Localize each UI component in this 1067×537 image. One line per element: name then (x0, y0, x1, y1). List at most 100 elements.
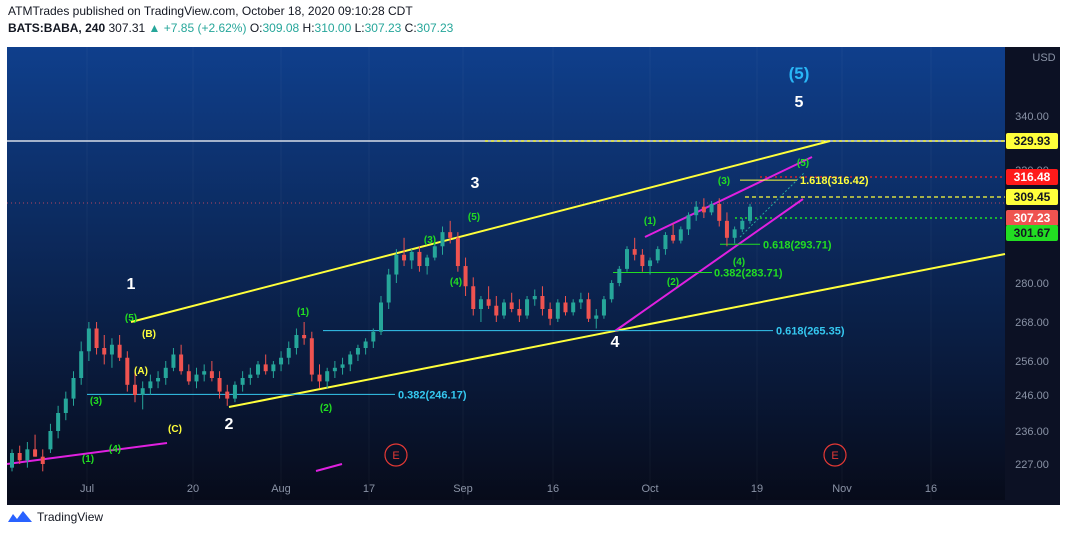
candle-body (471, 286, 476, 309)
close-value: 307.23 (416, 21, 454, 35)
symbol-ohlc-line: BATS:BABA, 240 307.31 ▲ +7.85 (+2.62%) O… (8, 21, 453, 35)
candle-body (494, 305, 499, 316)
close-label: C: (404, 21, 417, 35)
candle-body (117, 344, 122, 358)
wave-label-minor: (2) (320, 403, 332, 414)
candle-body (594, 315, 599, 319)
candle-body (724, 220, 729, 238)
candle-body (256, 364, 260, 375)
low-label: L: (354, 21, 365, 35)
plot-background (7, 47, 1005, 500)
candle-body (140, 388, 145, 395)
price-badge-label: 316.48 (1014, 170, 1051, 184)
candle-body (294, 335, 299, 348)
candle-body (663, 234, 668, 250)
wave-label-minor: (5) (797, 158, 809, 169)
tradingview-logo-icon (8, 511, 32, 522)
candle-body (379, 302, 383, 332)
candle-body (86, 328, 91, 352)
candle-body (486, 299, 491, 306)
candle-body (202, 371, 207, 375)
candle-body (425, 257, 430, 267)
candle-body (186, 371, 191, 382)
wave-label-minor: (5) (468, 212, 480, 223)
time-tick-label: Aug (271, 483, 291, 495)
candle-body (409, 251, 414, 261)
wave-label-minor: (5) (125, 313, 137, 324)
candle-body (302, 335, 307, 339)
candle-body (655, 249, 660, 261)
time-tick-label: Nov (832, 483, 852, 495)
price-tick-label: 256.00 (1015, 356, 1049, 368)
last-price: 307.31 (108, 21, 146, 35)
candle-body (448, 232, 453, 238)
candle-body (555, 302, 560, 319)
candle-body (363, 341, 368, 348)
candle-body (517, 309, 522, 316)
wave-label-minor: (4) (109, 444, 121, 455)
candle-body (10, 453, 14, 468)
candle-body (502, 302, 506, 316)
candle-body (563, 302, 568, 313)
candle-body (440, 232, 445, 247)
candle-body (56, 413, 61, 431)
candle-body (240, 378, 245, 385)
wave-label-minor: (3) (424, 235, 436, 246)
fib-level-label: 1.618(316.42) (800, 175, 869, 187)
price-badge-label: 329.93 (1014, 134, 1051, 148)
price-tick-label: 236.00 (1015, 426, 1049, 438)
candle-body (355, 348, 360, 355)
high-value: 310.00 (314, 21, 352, 35)
candle-body (225, 391, 230, 399)
candle-body (125, 357, 130, 385)
candle-body (717, 203, 722, 221)
time-tick-label: 20 (187, 483, 199, 495)
candle-body (632, 249, 637, 255)
fib-level-label: 0.382(283.71) (714, 268, 783, 280)
candle-body (640, 254, 645, 267)
candle-body (25, 449, 30, 461)
candle-body (625, 249, 629, 269)
candle-body (348, 354, 353, 365)
candle-body (394, 254, 399, 275)
time-tick-label: Oct (641, 483, 658, 495)
time-tick-label: 16 (925, 483, 937, 495)
candle-body (63, 398, 68, 413)
symbol: BATS:BABA, 240 (8, 21, 106, 35)
fib-level-label: 0.618(265.35) (776, 326, 845, 338)
candle-body (678, 229, 683, 241)
price-tick-label: 268.00 (1015, 317, 1049, 329)
fib-level-label: 0.618(293.71) (763, 239, 832, 251)
fib-level-label: 0.382(246.17) (398, 389, 467, 401)
candle-body (586, 299, 591, 319)
wave-label-minor: (3) (90, 396, 102, 407)
candle-body (671, 234, 676, 241)
candle-body (194, 374, 199, 382)
price-chart[interactable]: 0.382(246.17) 0.618(265.35) 0.382(283.71) 0… (0, 40, 1067, 505)
candle-body (455, 237, 460, 267)
candle-body (133, 384, 137, 395)
candle-body (571, 302, 576, 313)
time-tick-label: 17 (363, 483, 375, 495)
candle-body (648, 260, 653, 267)
footer-brand[interactable]: TradingView (8, 510, 103, 524)
candle-body (417, 251, 422, 267)
wave-label-minor: (3) (718, 176, 730, 187)
candle-body (540, 296, 545, 309)
change-value: +7.85 (+2.62%) (163, 21, 247, 35)
time-tick-label: 19 (751, 483, 763, 495)
candle-body (578, 299, 583, 303)
candle-body (156, 378, 161, 382)
wave-label-primary: (5) (789, 64, 810, 83)
candle-body (79, 351, 84, 378)
wave-label-primary: 5 (795, 94, 804, 111)
candle-body (371, 331, 376, 342)
candle-body (317, 374, 322, 382)
wave-label-primary: 4 (611, 334, 620, 351)
price-badge-label: 307.23 (1014, 211, 1051, 225)
price-tick-label: 227.00 (1015, 459, 1049, 471)
candle-body (709, 203, 714, 213)
open-value: 309.08 (262, 21, 300, 35)
candle-body (248, 374, 253, 378)
wave-label-minor: (4) (733, 257, 745, 268)
